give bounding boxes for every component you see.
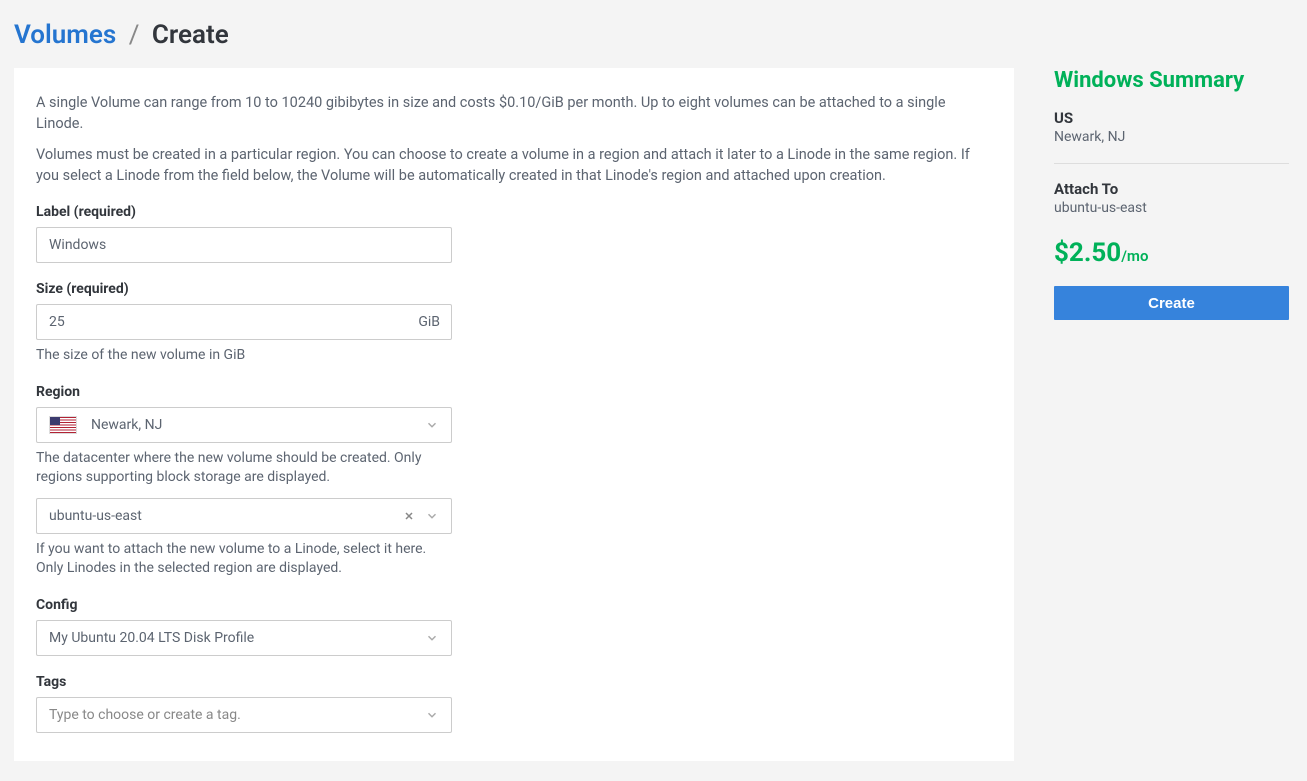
- label-input[interactable]: [36, 227, 452, 263]
- linode-select[interactable]: ubuntu-us-east: [36, 498, 452, 534]
- region-field-label: Region: [36, 384, 992, 400]
- price-amount: $2.50: [1054, 238, 1121, 268]
- summary-attach-value: ubuntu-us-east: [1054, 200, 1289, 216]
- summary-attach-label: Attach To: [1054, 180, 1289, 198]
- breadcrumb-separator: /: [129, 20, 140, 50]
- region-select-value: Newark, NJ: [91, 417, 162, 433]
- region-help-text: The datacenter where the new volume shou…: [36, 449, 452, 488]
- size-input[interactable]: [36, 304, 452, 340]
- clear-icon[interactable]: [401, 508, 417, 524]
- breadcrumb-current: Create: [152, 20, 229, 50]
- tags-placeholder: Type to choose or create a tag.: [49, 707, 241, 723]
- region-select[interactable]: Newark, NJ: [36, 407, 452, 443]
- size-help-text: The size of the new volume in GiB: [36, 346, 452, 366]
- linode-select-value: ubuntu-us-east: [49, 508, 142, 524]
- label-field-label: Label (required): [36, 204, 992, 220]
- summary-divider: [1054, 163, 1289, 164]
- chevron-down-icon: [425, 418, 439, 432]
- tags-field-label: Tags: [36, 674, 992, 690]
- summary-title: Windows Summary: [1054, 68, 1289, 93]
- config-select[interactable]: My Ubuntu 20.04 LTS Disk Profile: [36, 620, 452, 656]
- summary-location: Newark, NJ: [1054, 129, 1289, 145]
- linode-help-text: If you want to attach the new volume to …: [36, 540, 452, 579]
- breadcrumb: Volumes / Create: [14, 20, 1293, 50]
- chevron-down-icon: [425, 509, 439, 523]
- chevron-down-icon: [425, 631, 439, 645]
- config-select-value: My Ubuntu 20.04 LTS Disk Profile: [49, 630, 254, 646]
- intro-paragraph-2: Volumes must be created in a particular …: [36, 144, 992, 186]
- tags-select[interactable]: Type to choose or create a tag.: [36, 697, 452, 733]
- us-flag-icon: [49, 416, 77, 434]
- create-volume-form: A single Volume can range from 10 to 102…: [14, 68, 1014, 761]
- config-field-label: Config: [36, 597, 992, 613]
- size-field-label: Size (required): [36, 281, 992, 297]
- chevron-down-icon: [425, 708, 439, 722]
- summary-panel: Windows Summary US Newark, NJ Attach To …: [1054, 68, 1289, 320]
- create-button[interactable]: Create: [1054, 286, 1289, 320]
- summary-country: US: [1054, 109, 1289, 127]
- intro-paragraph-1: A single Volume can range from 10 to 102…: [36, 92, 992, 134]
- breadcrumb-parent-link[interactable]: Volumes: [14, 20, 116, 50]
- price-period: /mo: [1121, 247, 1148, 265]
- summary-price: $2.50/mo: [1054, 238, 1289, 268]
